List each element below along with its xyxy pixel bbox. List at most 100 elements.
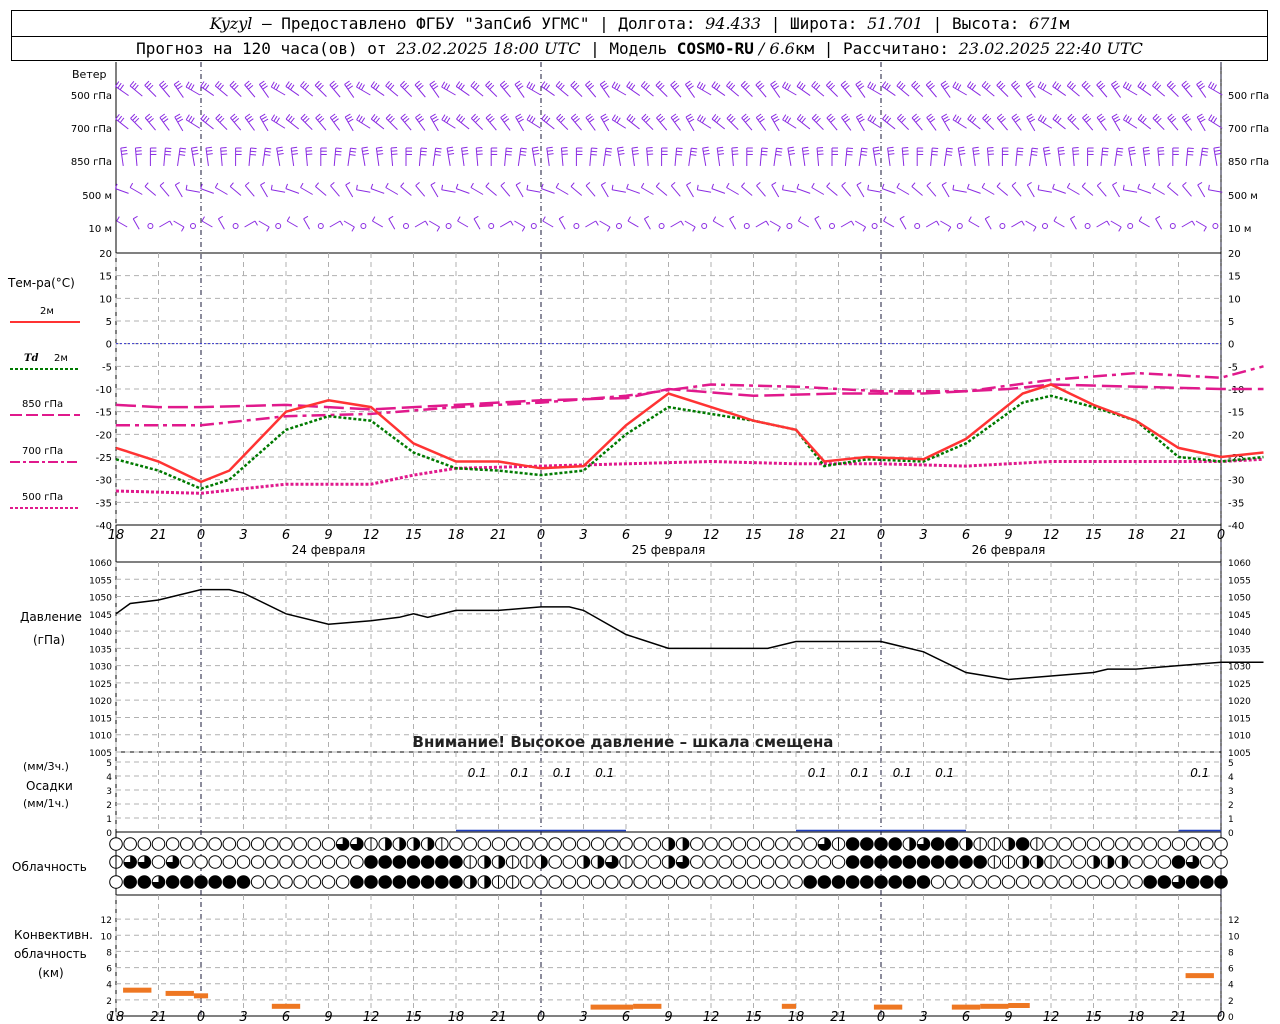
temp-tick-right: 15 xyxy=(1228,272,1241,283)
wind-barb-feather xyxy=(1102,150,1109,153)
conv-tick-right: 8 xyxy=(1228,948,1234,958)
cloud-cover-mark xyxy=(597,855,604,869)
cloud-cover-mark xyxy=(427,837,434,851)
wind-barb-feather xyxy=(275,84,280,91)
series-t2m xyxy=(115,383,1264,484)
wind-barb-feather xyxy=(290,117,295,123)
wind-barb-feather xyxy=(860,154,867,156)
legend-td-label: 2м xyxy=(54,353,68,364)
wind-barb-feather xyxy=(830,118,836,123)
temp-tick-right: 0 xyxy=(1228,340,1234,351)
wind-barb-feather xyxy=(772,116,779,120)
wind-barb-feather xyxy=(1014,85,1021,90)
wind-barb xyxy=(968,220,980,228)
wind-calm xyxy=(1169,223,1176,229)
wind-barb-feather xyxy=(813,82,819,89)
wind-barb-feather xyxy=(361,146,368,149)
wind-barb-feather xyxy=(388,215,394,220)
cloud-cover-circle xyxy=(335,875,350,889)
wind-level-right: 500 м xyxy=(1228,191,1258,202)
wind-barb-feather xyxy=(927,82,934,88)
wind-level-right: 10 м xyxy=(1228,224,1251,235)
wind-barb xyxy=(388,218,396,230)
wind-barb-feather xyxy=(811,80,816,87)
cloud-cover-circle xyxy=(831,875,846,889)
cloud-cover-circle xyxy=(760,855,775,869)
wind-barb-feather xyxy=(1138,216,1143,222)
wind-barb-feather xyxy=(1187,147,1194,150)
wind-barb-feather xyxy=(869,82,874,89)
wind-barb-feather xyxy=(1000,118,1006,123)
wind-barb-feather xyxy=(165,147,172,150)
wind-barb-feather xyxy=(1152,113,1158,119)
temp-tick-right: 5 xyxy=(1228,317,1234,328)
pressure-tick-left: 1060 xyxy=(89,559,112,569)
wind-barb-feather xyxy=(404,118,410,123)
wind-barb-feather xyxy=(740,80,746,86)
wind-barb-feather xyxy=(306,153,313,155)
precip-value: 0.1 xyxy=(893,766,912,780)
wind-barb-feather xyxy=(1016,153,1023,156)
wind-barb-feather xyxy=(185,184,188,190)
wind-barb-feather xyxy=(487,115,493,121)
wind-barb-feather xyxy=(215,113,221,119)
wind-barb-feather xyxy=(1029,118,1036,123)
wind-barb-feather xyxy=(986,117,992,123)
wind-barb-feather xyxy=(431,116,438,120)
time-tick: 18 xyxy=(788,528,805,543)
wind-barb xyxy=(1038,189,1052,193)
wind-barb-feather xyxy=(521,226,526,232)
cloud-cover-circle xyxy=(746,875,761,889)
cloud-cover-circle xyxy=(718,855,732,869)
time-tick: 15 xyxy=(405,1010,422,1024)
wind-barb xyxy=(1029,148,1033,166)
wind-barb-feather xyxy=(983,82,989,89)
wind-barb-feather xyxy=(942,82,948,88)
wind-barb-feather xyxy=(896,182,900,188)
wind-barb-feather xyxy=(273,82,278,89)
wind-level-left: 500 м xyxy=(82,191,112,202)
wind-barb-feather xyxy=(632,153,639,155)
wind-barb-feather xyxy=(435,150,442,153)
wind-barb xyxy=(201,220,213,228)
wind-barb-feather xyxy=(873,149,880,152)
wind-barb-feather xyxy=(590,153,597,156)
wind-barb xyxy=(345,184,354,198)
wind-barb-feather xyxy=(828,82,833,88)
cloud-cover-mark xyxy=(1093,855,1100,869)
wind-barb-feather xyxy=(716,84,721,91)
wind-barb-feather xyxy=(485,80,491,86)
wind-barb-feather xyxy=(856,113,862,118)
wind-barb-feather xyxy=(265,147,272,150)
wind-barb xyxy=(441,119,456,129)
wind-barb-feather xyxy=(817,150,824,152)
cloud-cover-circle xyxy=(576,875,591,889)
wind-barb-feather xyxy=(402,115,408,121)
wind-barb xyxy=(899,218,907,230)
wind-barb xyxy=(952,189,967,193)
wind-barb xyxy=(674,147,678,167)
precip-tick-right: 0 xyxy=(1228,829,1234,839)
pressure-tick-left: 1045 xyxy=(89,611,112,621)
wind-barb-feather xyxy=(601,82,608,88)
wind-barb-feather xyxy=(1196,113,1203,118)
wind-barb-feather xyxy=(1085,118,1092,123)
cloud-cover-circle xyxy=(279,855,293,869)
wind-barb-feather xyxy=(844,118,851,123)
wind-barb-feather xyxy=(726,113,732,119)
wind-barb-feather xyxy=(911,113,917,119)
wind-barb-feather xyxy=(130,113,136,119)
wind-barb xyxy=(517,148,522,166)
wind-barb-feather xyxy=(1143,153,1151,155)
wind-barb-feather xyxy=(607,226,611,232)
wind-barb xyxy=(303,218,311,230)
cloud-cover-circle xyxy=(293,837,307,851)
wind-barb-feather xyxy=(696,81,701,88)
pressure-tick-left: 1050 xyxy=(89,594,112,604)
wind-barb-feather xyxy=(117,115,123,122)
wind-barb-feather xyxy=(1017,150,1024,153)
wind-barb-feather xyxy=(690,150,697,153)
cloud-cover-circle xyxy=(1143,855,1157,869)
wind-barb-feather xyxy=(1096,182,1102,187)
time-tick: 6 xyxy=(962,1010,970,1024)
